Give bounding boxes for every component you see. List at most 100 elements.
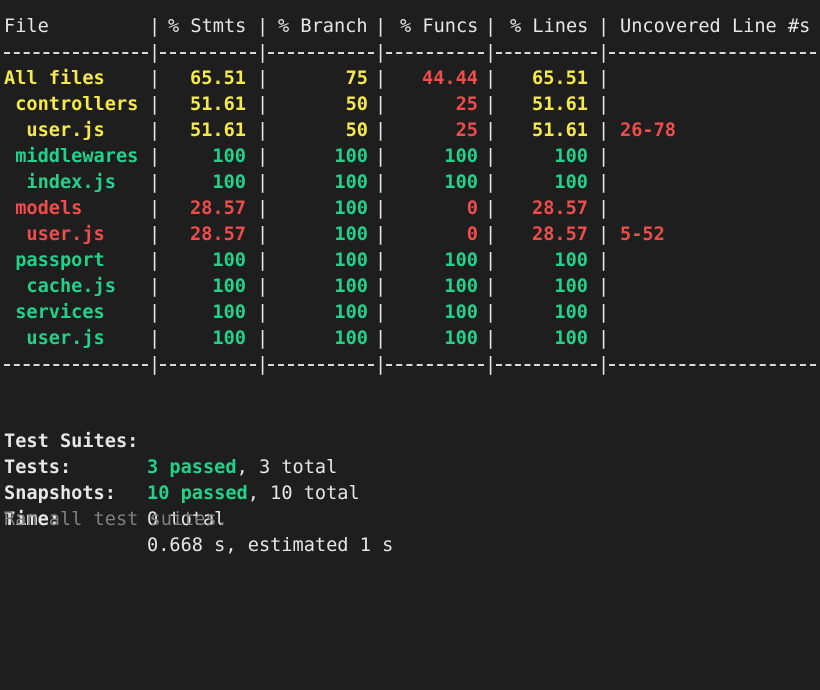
column-separator: | [257, 146, 269, 167]
column-separator: | [485, 94, 497, 115]
column-separator: | [598, 42, 610, 63]
row-branch: 100 [334, 276, 368, 297]
divider-dash [268, 364, 374, 366]
summary-test-suites: Test Suites: 3 passed, 3 total [4, 403, 804, 478]
row-funcs: 100 [444, 328, 478, 349]
column-separator: | [149, 42, 161, 63]
column-separator: | [375, 172, 387, 193]
column-separator: | [485, 120, 497, 141]
row-lines: 100 [554, 328, 588, 349]
column-separator: | [149, 354, 161, 375]
column-separator: | [149, 224, 161, 245]
row-funcs: 44.44 [422, 68, 478, 89]
column-separator: | [485, 172, 497, 193]
column-separator: | [257, 302, 269, 323]
column-separator: | [485, 328, 497, 349]
coverage-table-header: File | % Stmts | % Branch | % Funcs | % … [0, 14, 820, 40]
row-branch: 100 [334, 302, 368, 323]
column-separator: | [149, 250, 161, 271]
column-separator: | [149, 328, 161, 349]
time-value: 0.668 s, estimated 1 s [147, 535, 394, 556]
row-uncovered-lines: 26-78 [620, 120, 676, 141]
row-stmts: 65.51 [190, 68, 246, 89]
row-file-name: passport [4, 250, 105, 271]
row-funcs: 0 [466, 198, 478, 219]
divider-dash [386, 52, 484, 54]
table-row: user.js | 51.61 | 50 | 25 | 51.61 | 26-78 [0, 118, 820, 144]
column-separator: | [485, 68, 497, 89]
row-stmts: 100 [212, 146, 246, 167]
column-separator: | [598, 302, 610, 323]
row-branch: 100 [334, 172, 368, 193]
divider-dash [609, 364, 816, 366]
column-separator: | [598, 198, 610, 219]
row-lines: 100 [554, 302, 588, 323]
column-separator: | [598, 354, 610, 375]
row-stmts: 28.57 [190, 198, 246, 219]
column-separator: | [257, 328, 269, 349]
column-separator: | [598, 224, 610, 245]
divider-dash [4, 364, 148, 366]
header-stmts: % Stmts [168, 16, 247, 37]
row-branch: 100 [334, 198, 368, 219]
divider-dash [609, 52, 816, 54]
row-lines: 51.61 [532, 120, 588, 141]
divider-dash [160, 52, 256, 54]
column-separator: | [257, 68, 269, 89]
divider-dash [386, 364, 484, 366]
row-file-name: index.js [4, 172, 116, 193]
table-row: user.js | 100 | 100 | 100 | 100 | [0, 326, 820, 352]
header-lines: % Lines [510, 16, 589, 37]
column-separator: | [257, 224, 269, 245]
row-file-name: models [4, 198, 83, 219]
row-funcs: 0 [466, 224, 478, 245]
column-separator: | [375, 16, 387, 37]
table-row: All files | 65.51 | 75 | 44.44 | 65.51 | [0, 66, 820, 92]
row-lines: 100 [554, 250, 588, 271]
column-separator: | [598, 276, 610, 297]
row-funcs: 100 [444, 146, 478, 167]
row-branch: 75 [345, 68, 368, 89]
row-stmts: 100 [212, 276, 246, 297]
row-branch: 100 [334, 224, 368, 245]
column-separator: | [375, 42, 387, 63]
table-row: services | 100 | 100 | 100 | 100 | [0, 300, 820, 326]
row-stmts: 51.61 [190, 120, 246, 141]
table-row: controllers | 51.61 | 50 | 25 | 51.61 | [0, 92, 820, 118]
row-file-name: middlewares [4, 146, 139, 167]
column-separator: | [149, 302, 161, 323]
column-separator: | [257, 250, 269, 271]
row-stmts: 100 [212, 302, 246, 323]
column-separator: | [257, 198, 269, 219]
run-footer: Ran all test suites. [4, 509, 228, 530]
column-separator: | [375, 250, 387, 271]
row-funcs: 25 [455, 120, 478, 141]
row-file-name: user.js [4, 328, 105, 349]
table-row: user.js | 28.57 | 100 | 0 | 28.57 | 5-52 [0, 222, 820, 248]
row-branch: 50 [345, 120, 368, 141]
column-separator: | [598, 172, 610, 193]
column-separator: | [598, 146, 610, 167]
row-file-name: cache.js [4, 276, 116, 297]
divider-dash [496, 364, 597, 366]
terminal-output: File | % Stmts | % Branch | % Funcs | % … [0, 0, 820, 556]
column-separator: | [375, 328, 387, 349]
row-stmts: 28.57 [190, 224, 246, 245]
row-lines: 65.51 [532, 68, 588, 89]
column-separator: | [598, 16, 610, 37]
row-funcs: 100 [444, 172, 478, 193]
column-separator: | [375, 198, 387, 219]
column-separator: | [149, 16, 161, 37]
header-funcs: % Funcs [400, 16, 479, 37]
table-row: index.js | 100 | 100 | 100 | 100 | [0, 170, 820, 196]
row-funcs: 100 [444, 302, 478, 323]
column-separator: | [257, 120, 269, 141]
table-divider-bottom: | | | | | [0, 352, 820, 378]
column-separator: | [485, 276, 497, 297]
header-file: File [4, 16, 49, 37]
row-branch: 100 [334, 146, 368, 167]
column-separator: | [485, 302, 497, 323]
summary-tests: Tests: 10 passed, 10 total [4, 429, 804, 504]
divider-dash [496, 52, 597, 54]
column-separator: | [257, 172, 269, 193]
